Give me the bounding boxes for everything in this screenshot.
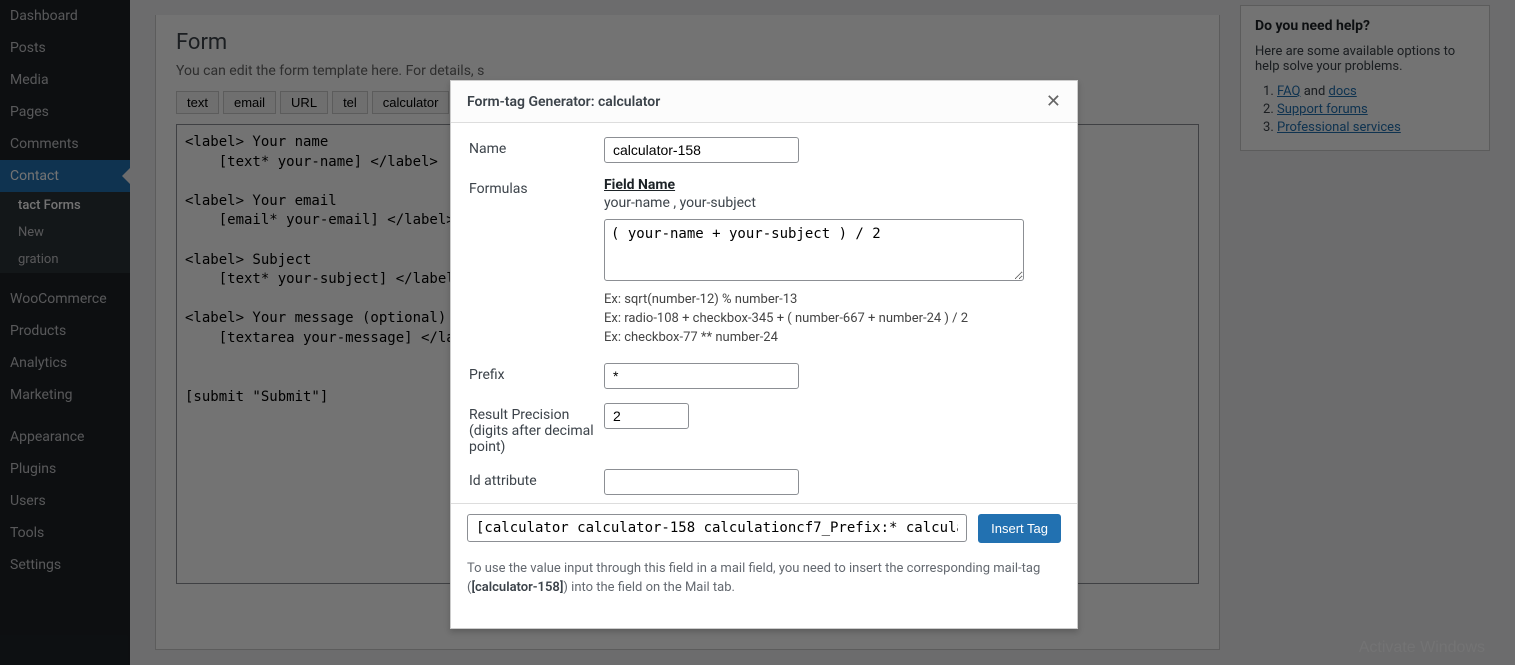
modal-title: Form-tag Generator: calculator [467, 94, 660, 110]
field-name-heading: Field Name [604, 177, 1059, 193]
name-label: Name [469, 137, 604, 163]
close-icon[interactable]: ✕ [1046, 91, 1061, 112]
modal-body[interactable]: Name Formulas Field Name your-name , you… [451, 123, 1077, 503]
prefix-input[interactable] [604, 363, 799, 389]
prefix-label: Prefix [469, 363, 604, 389]
windows-activation-watermark: Activate Windows [1359, 639, 1485, 657]
formula-hints: Ex: sqrt(number-12) % number-13 Ex: radi… [604, 291, 1059, 348]
formula-input[interactable] [604, 219, 1024, 281]
field-names-list: your-name , your-subject [604, 195, 1059, 211]
id-label: Id attribute [469, 469, 604, 495]
mail-tag: [calculator-158] [471, 580, 563, 595]
modal-header: Form-tag Generator: calculator ✕ [451, 81, 1077, 123]
formulas-label: Formulas [469, 177, 604, 349]
precision-label: Result Precision (digits after decimal p… [469, 403, 604, 455]
id-input[interactable] [604, 469, 799, 495]
form-tag-generator-modal: Form-tag Generator: calculator ✕ Name Fo… [450, 80, 1078, 629]
name-input[interactable] [604, 137, 799, 163]
modal-footer: Insert Tag To use the value input throug… [451, 503, 1077, 628]
precision-input[interactable] [604, 403, 689, 429]
modal-footer-text: To use the value input through this fiel… [467, 548, 1061, 598]
shortcode-output[interactable] [467, 514, 967, 542]
insert-tag-button[interactable]: Insert Tag [978, 514, 1061, 543]
